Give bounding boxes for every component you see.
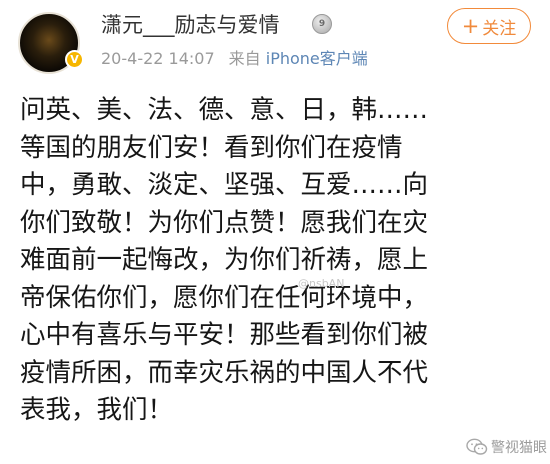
post-body: 问英、美、法、德、意、日，韩…… 等国的朋友们安！看到你们在疫情 中，勇敢、淡定… [20,92,540,430]
post-text-line: 问英、美、法、德、意、日，韩…… [20,95,429,125]
watermark-text: 警视猫眼 [491,440,547,456]
follow-button[interactable]: + 关注 [447,8,531,44]
bottom-watermark: 警视猫眼 [466,437,547,457]
client-prefix: 来自 [228,49,261,68]
post-text-line: 难面前一起悔改，为你们祈祷，愿上 [20,245,429,275]
client-link[interactable]: iPhone客户端 [266,49,368,68]
post-text-line: 等国的朋友们安！看到你们在疫情 [20,132,403,163]
plus-icon: + [461,13,480,38]
post-meta: 20-4-22 14:07 来自 iPhone客户端 [101,49,368,69]
middle-watermark: @nsbAN [298,277,345,290]
post-text-line: 帝保佑你们，愿你们在任何环境中， [20,282,429,313]
post-text-line: 你们致敬！为你们点赞！愿我们在灾 [20,207,429,238]
username[interactable]: 潇元___励志与爱情 [101,12,280,38]
post-timestamp: 20-4-22 14:07 [101,49,215,68]
post-text-line: 心中有喜乐与平安！那些看到你们被 [20,320,429,350]
post-text-line: 表我，我们！ [20,395,174,425]
wechat-logo-icon [466,438,488,455]
post-text-line: 疫情所困，而幸灾乐祸的中国人不代 [20,357,429,388]
post-text-line: 中，勇敢、淡定、坚强、互爱……向 [20,170,429,200]
verified-badge-icon: V [65,50,84,69]
medal-icon: 9 [312,14,332,34]
follow-label: 关注 [482,18,517,39]
